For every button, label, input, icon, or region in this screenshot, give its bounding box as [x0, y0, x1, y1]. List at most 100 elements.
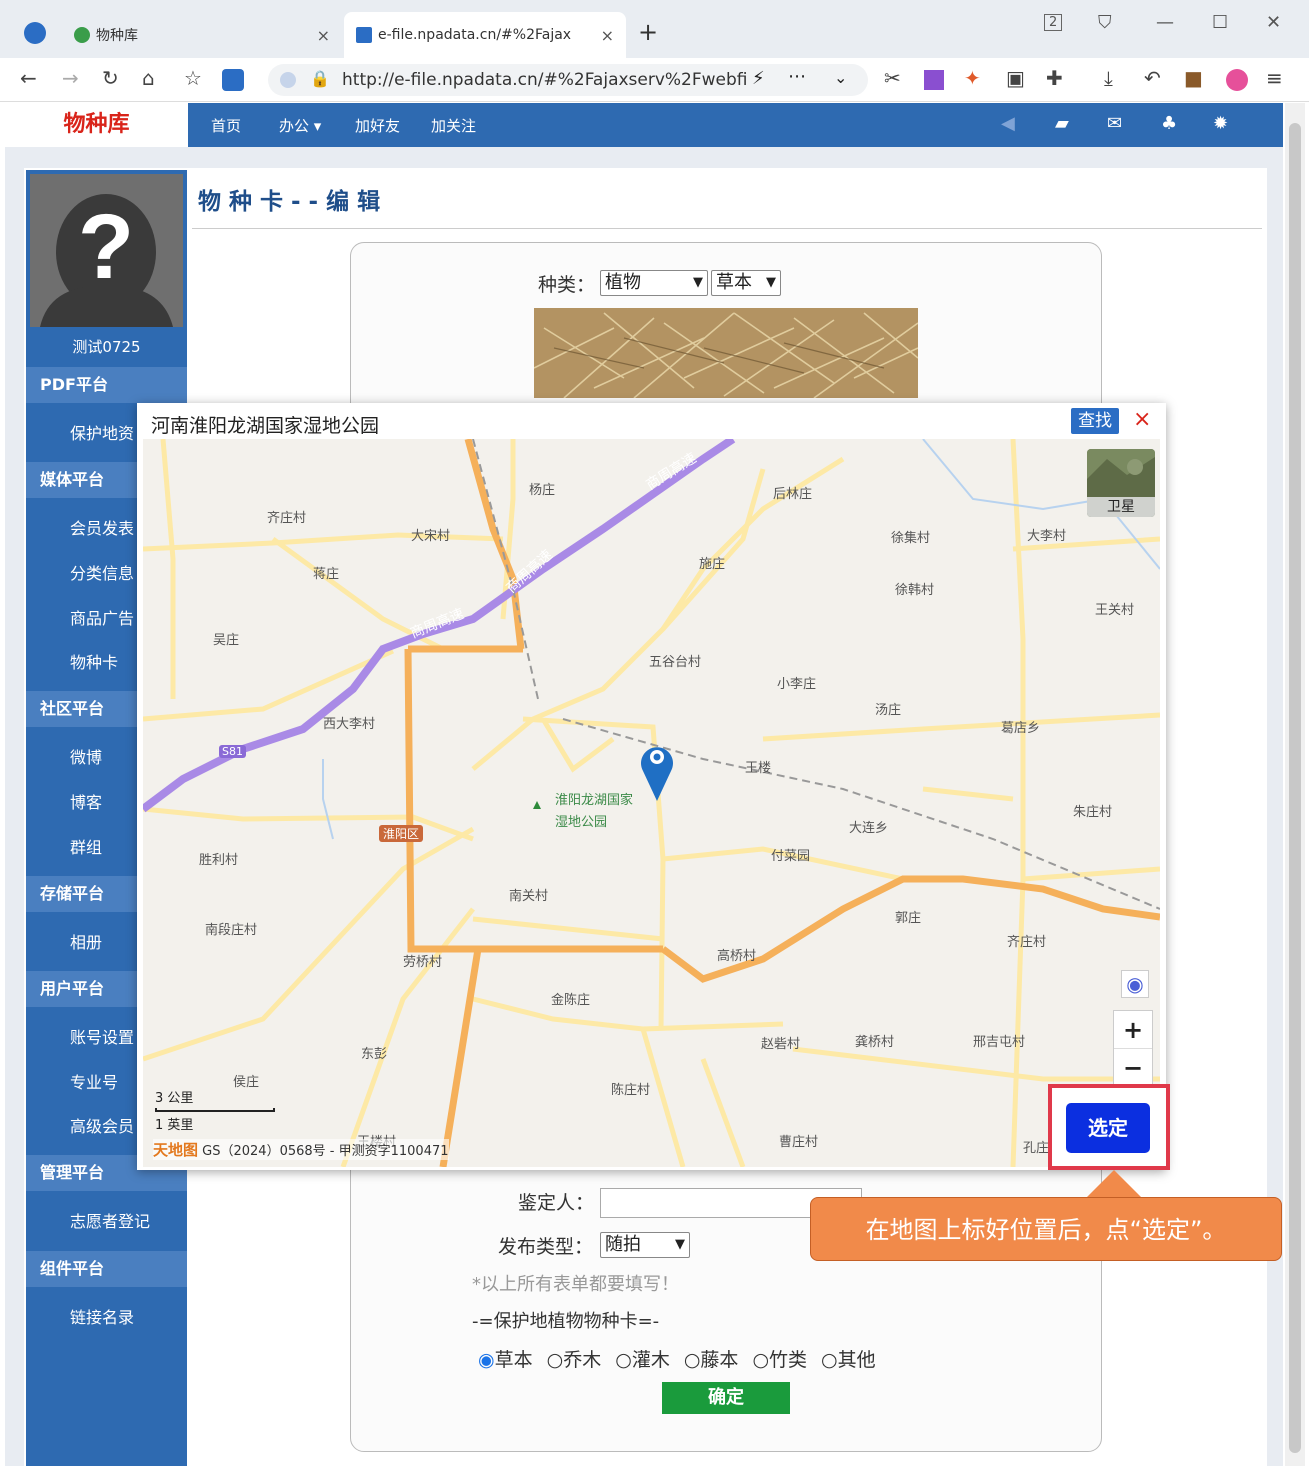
close-icon[interactable]: ×: [1133, 407, 1151, 432]
find-button[interactable]: 查找: [1071, 408, 1119, 434]
new-tab-button[interactable]: +: [638, 18, 658, 46]
more-icon[interactable]: ⋯: [788, 66, 806, 87]
map-dialog: 河南淮阳龙湖国家湿地公园 查找 × 杨庄 后林庄 齐庄村 大宋村 施庄 徐集村 …: [137, 403, 1166, 1170]
sidebar-item[interactable]: 高级会员: [70, 1113, 134, 1137]
radio-shrub[interactable]: ○灌木: [615, 1345, 670, 1372]
sidebar-item[interactable]: 分类信息: [70, 560, 134, 584]
network-icon[interactable]: ♣: [1161, 113, 1177, 134]
svg-text:?: ?: [78, 196, 134, 298]
settings-icon[interactable]: ✹: [1213, 113, 1228, 134]
sidebar-item[interactable]: 会员发表: [70, 515, 134, 539]
reload-icon[interactable]: ↻: [102, 66, 119, 90]
map-label: 高桥村: [717, 949, 757, 964]
browser-logo-icon[interactable]: [24, 22, 46, 44]
scroll-thumb[interactable]: [1289, 123, 1301, 1453]
sidebar-item-species-card[interactable]: 物种卡: [70, 649, 118, 673]
lightning-icon[interactable]: ⚡: [752, 68, 765, 89]
zoom-out-button[interactable]: −: [1114, 1049, 1152, 1087]
map-label: 小李庄: [777, 677, 817, 692]
chevron-down-icon[interactable]: ⌄: [834, 68, 847, 87]
shirt-icon[interactable]: ⛉: [1098, 12, 1112, 33]
address-bar[interactable]: 🔒 http://e-file.npadata.cn/#%2Fajaxserv%…: [268, 64, 868, 96]
page-scrollbar[interactable]: [1285, 103, 1305, 1466]
map-label: 东彭: [361, 1047, 388, 1062]
scale-bar: [155, 1108, 275, 1112]
zoom-in-button[interactable]: +: [1114, 1011, 1152, 1049]
url-text[interactable]: http://e-file.npadata.cn/#%2Fajaxserv%2F…: [342, 70, 748, 90]
prev-arrow-icon[interactable]: ◀: [1001, 113, 1015, 134]
radio-bamboo[interactable]: ○竹类: [752, 1345, 807, 1372]
nav-add-friend[interactable]: 加好友: [355, 115, 400, 136]
map-canvas[interactable]: 杨庄 后林庄 齐庄村 大宋村 施庄 徐集村 大李村 蒋庄 徐韩村 王关村 吴庄 …: [143, 439, 1160, 1167]
species-subtype-value: 草本: [716, 272, 752, 293]
sidebar-item[interactable]: 链接名录: [70, 1304, 134, 1328]
ai-icon[interactable]: [222, 69, 244, 91]
select-button[interactable]: 选定: [1066, 1103, 1150, 1153]
tab-close-icon[interactable]: ×: [601, 26, 614, 45]
home-icon[interactable]: ⌂: [142, 66, 155, 90]
screenshot-icon[interactable]: ▣: [1006, 66, 1025, 90]
nav-home[interactable]: 首页: [211, 115, 241, 136]
back-icon[interactable]: ←: [20, 66, 37, 90]
undo-icon[interactable]: ↶: [1144, 66, 1161, 90]
radio-herb[interactable]: ◉草本: [478, 1345, 533, 1372]
radio-tree[interactable]: ○乔木: [547, 1345, 602, 1372]
species-subtype-select[interactable]: 草本 ▼: [711, 270, 781, 296]
sidebar-item[interactable]: 群组: [70, 834, 102, 858]
favorites-icon[interactable]: ☆: [184, 66, 202, 90]
map-label: 徐韩村: [895, 583, 935, 598]
sidebar-item[interactable]: 博客: [70, 789, 102, 813]
satellite-toggle[interactable]: 卫星: [1087, 449, 1155, 517]
nav-follow[interactable]: 加关注: [431, 115, 476, 136]
sidebar-item[interactable]: 专业号: [70, 1069, 118, 1093]
maximize-icon[interactable]: ☐: [1212, 12, 1228, 33]
assistant-icon[interactable]: [1226, 69, 1248, 91]
browser-tab-1[interactable]: 物种库 ×: [62, 12, 342, 58]
sidebar-section-components[interactable]: 组件平台: [26, 1251, 187, 1287]
minimize-icon[interactable]: —: [1156, 12, 1174, 33]
browser-tab-2[interactable]: e-file.npadata.cn/#%2Fajax ×: [344, 12, 626, 58]
nav-office[interactable]: 办公 ▾: [279, 115, 321, 136]
species-select-value: 植物: [605, 272, 641, 293]
map-label: 蒋庄: [313, 567, 340, 582]
menu-icon[interactable]: ≡: [1266, 66, 1283, 90]
browser-toolbar: ← → ↻ ⌂ ☆ 🔒 http://e-file.npadata.cn/#%2…: [0, 58, 1309, 102]
download-icon[interactable]: ⤓: [1104, 66, 1113, 90]
insecure-lock-icon[interactable]: 🔒: [310, 69, 330, 88]
radio-vine[interactable]: ○藤本: [684, 1345, 739, 1372]
chat-icon[interactable]: ▰: [1055, 113, 1069, 134]
translate-icon[interactable]: [924, 70, 944, 90]
sidebar-item[interactable]: 账号设置: [70, 1024, 134, 1048]
locate-icon[interactable]: ◉: [1121, 970, 1149, 998]
tab-count-badge[interactable]: 2: [1044, 14, 1063, 31]
brand-logo[interactable]: 物种库: [5, 103, 188, 147]
forward-icon[interactable]: →: [62, 66, 79, 90]
mail-icon[interactable]: ✉: [1107, 113, 1122, 134]
map-label: 朱庄村: [1073, 805, 1113, 820]
page-title: 物种卡--编辑: [198, 189, 389, 215]
map-copyright: 天地图 GS（2024）0568号 - 甲测资字1100471: [153, 1139, 449, 1160]
sidebar-item[interactable]: 商品广告: [70, 605, 134, 629]
map-label: 胜利村: [199, 853, 239, 868]
species-photo[interactable]: [534, 308, 918, 398]
radio-other[interactable]: ○其他: [821, 1345, 876, 1372]
extensions-icon[interactable]: ✚: [1046, 66, 1063, 90]
confirm-button[interactable]: 确定: [662, 1382, 790, 1414]
species-select[interactable]: 植物 ▼: [600, 270, 708, 296]
sidebar-item[interactable]: 志愿者登记: [70, 1208, 150, 1232]
sidebar-section-pdf[interactable]: PDF平台: [26, 367, 187, 403]
username[interactable]: 测试0725: [26, 336, 187, 357]
close-window-icon[interactable]: ✕: [1266, 12, 1281, 33]
sidebar-item[interactable]: 相册: [70, 929, 102, 953]
sidebar-item[interactable]: 保护地资: [70, 420, 134, 444]
publish-type-select[interactable]: 随拍 ▼: [600, 1232, 690, 1258]
toolbox-icon[interactable]: ■: [1184, 66, 1203, 90]
sidebar-item[interactable]: 微博: [70, 744, 102, 768]
instruction-callout: 在地图上标好位置后，点“选定”。: [810, 1197, 1282, 1261]
tab-close-icon[interactable]: ×: [317, 26, 330, 45]
scale-mi: 1 英里: [155, 1118, 194, 1133]
map-label: 西大李村: [323, 717, 376, 732]
scissors-icon[interactable]: ✂: [884, 66, 901, 90]
avatar[interactable]: ?: [30, 174, 183, 327]
game-icon[interactable]: ✦: [964, 66, 981, 90]
